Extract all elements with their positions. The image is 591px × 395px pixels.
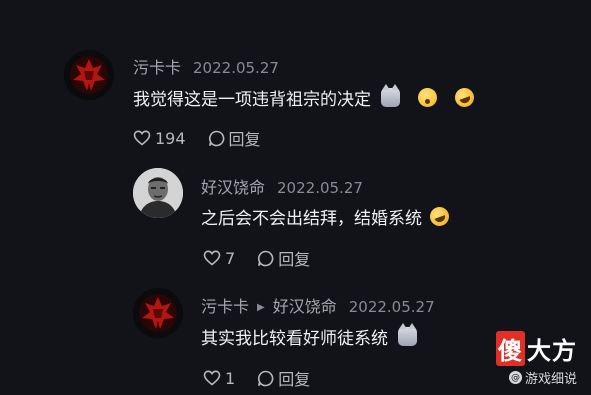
like-count: 194	[155, 128, 186, 148]
like-button[interactable]: 1	[203, 369, 235, 388]
comment-text-body: 其实我比较看好师徒系统	[201, 329, 388, 349]
watermark: 傻 大方 @ 游戏细说	[469, 331, 577, 389]
reply-label: 回复	[228, 130, 261, 149]
at-icon: @	[508, 371, 522, 384]
comment-date: 2022.05.27	[277, 179, 363, 197]
comment-date: 2022.05.27	[193, 59, 279, 77]
comment-text-body: 我觉得这是一项违背祖宗的决定	[133, 90, 371, 110]
reply-button[interactable]: 回复	[257, 366, 310, 390]
comment-meta: 好汉饶命 2022.05.27	[201, 174, 363, 198]
comment-username[interactable]: 好汉饶命	[201, 174, 265, 198]
heart-icon	[133, 130, 151, 146]
heart-icon	[203, 250, 221, 266]
comment-text: 之后会不会出结拜，结婚系统	[201, 204, 452, 229]
comment-text: 其实我比较看好师徒系统	[201, 323, 417, 349]
reply-target-username[interactable]: 好汉饶命	[273, 293, 337, 317]
watermark-logo-first: 傻	[496, 331, 525, 366]
laughing-emoji	[427, 204, 452, 229]
watermark-subtitle-text: 游戏细说	[524, 372, 577, 387]
reply-button[interactable]: 回复	[257, 246, 310, 270]
laughing-emoji	[452, 85, 477, 110]
reply-bubble-icon	[258, 370, 274, 386]
reply-button[interactable]: 回复	[208, 126, 261, 150]
reply-label: 回复	[278, 250, 311, 269]
user-avatar-horde[interactable]	[64, 50, 114, 100]
user-avatar-horde[interactable]	[133, 288, 183, 338]
comment-text: 我觉得这是一项违背祖宗的决定	[133, 84, 477, 110]
comment-username[interactable]: 污卡卡	[133, 54, 181, 78]
like-button[interactable]: 194	[133, 129, 186, 148]
comment-text-body: 之后会不会出结拜，结婚系统	[201, 209, 422, 229]
heart-icon	[203, 370, 221, 386]
comment-meta: 污卡卡 ▶ 好汉饶命 2022.05.27	[201, 293, 435, 317]
like-button[interactable]: 7	[203, 249, 235, 268]
comment-actions: 194 回复	[133, 126, 283, 150]
like-count: 1	[225, 368, 236, 388]
like-count: 7	[225, 248, 236, 268]
comment-username[interactable]: 污卡卡	[201, 293, 249, 317]
watermark-logo-rest: 大方	[527, 337, 577, 365]
horde-emblem-icon	[133, 288, 183, 338]
watermark-logo: 傻 大方	[496, 331, 577, 366]
reply-label: 回复	[278, 370, 311, 389]
cat-emoji	[381, 84, 400, 107]
cat-emoji	[398, 323, 417, 346]
surprised-emoji	[418, 88, 437, 107]
watermark-subtitle: @ 游戏细说	[508, 368, 577, 387]
reply-arrow-icon: ▶	[257, 302, 265, 313]
reply-bubble-icon	[258, 250, 274, 266]
comment-date: 2022.05.27	[348, 298, 435, 316]
user-avatar-portrait[interactable]	[133, 168, 183, 218]
comment-actions: 7 回复	[203, 246, 332, 270]
man-portrait-avatar	[133, 168, 183, 218]
comment-meta: 污卡卡 2022.05.27	[133, 54, 279, 78]
comment-actions: 1 回复	[203, 366, 332, 390]
horde-emblem-icon	[64, 50, 114, 100]
reply-bubble-icon	[208, 130, 224, 146]
